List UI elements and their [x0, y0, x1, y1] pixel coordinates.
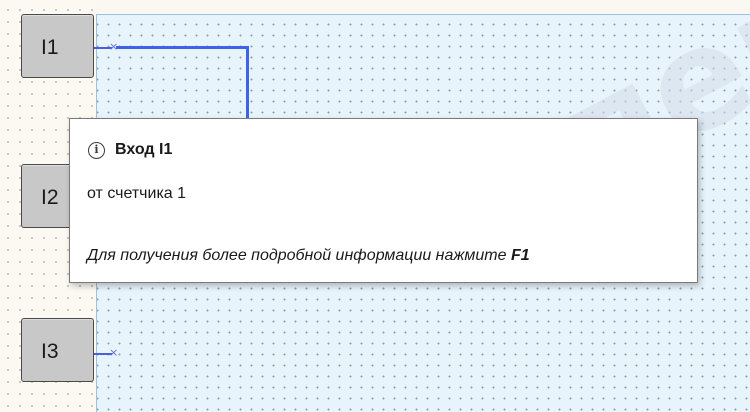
input-label: I1 [41, 36, 59, 59]
input-label: I2 [41, 186, 59, 209]
wire-segment[interactable] [246, 46, 249, 122]
tooltip-hint-text: Для получения более подробной информации… [87, 247, 511, 264]
input-block-i1[interactable]: I1 [21, 14, 94, 78]
tooltip: i Вход I1 от счетчика 1 Для получения бо… [69, 118, 698, 283]
input-label: I3 [41, 340, 59, 363]
input-block-i3[interactable]: I3 [21, 318, 94, 382]
tooltip-description: от счетчика 1 [87, 185, 187, 202]
info-icon: i [88, 142, 105, 159]
tooltip-hint-key: F1 [510, 247, 530, 264]
tooltip-hint: Для получения более подробной информации… [87, 247, 530, 265]
tooltip-title: Вход I1 [115, 141, 173, 158]
pin-marker: × [109, 346, 119, 359]
wire-segment[interactable] [116, 46, 248, 49]
